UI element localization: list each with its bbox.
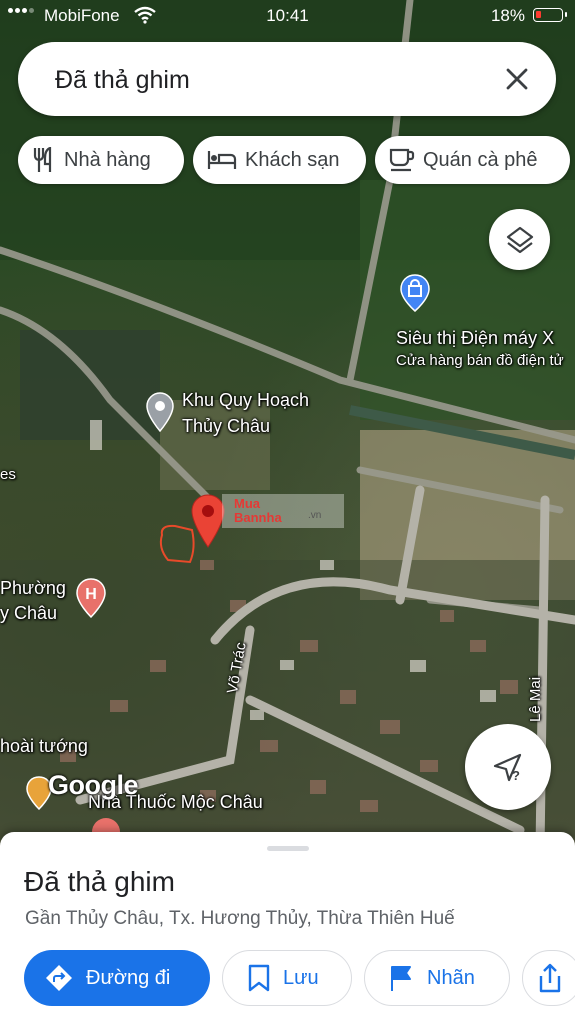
restaurant-icon [33, 147, 52, 172]
layers-icon [506, 226, 533, 253]
status-bar: MobiFone 10:41 18% [0, 0, 575, 32]
bookmark-icon [248, 964, 270, 992]
map-roads [0, 0, 575, 850]
layers-button[interactable] [489, 209, 550, 270]
chip-cafes[interactable]: Quán cà phê [375, 136, 570, 184]
directions-icon [46, 965, 72, 991]
place-address: Gần Thủy Châu, Tx. Hương Thủy, Thừa Thiê… [25, 908, 455, 929]
share-button[interactable] [522, 950, 575, 1006]
search-bar[interactable]: Đã thả ghim [18, 42, 556, 116]
clock: 10:41 [266, 6, 309, 25]
chip-restaurants[interactable]: Nhà hàng [18, 136, 184, 184]
chip-label: Nhà hàng [64, 148, 151, 171]
chip-hotels[interactable]: Khách sạn [193, 136, 366, 184]
place-sheet[interactable]: Đã thả ghim Gần Thủy Châu, Tx. Hương Thủ… [0, 832, 575, 1024]
label-label: Nhãn [427, 966, 475, 989]
street-hoai-tuong: hoài tướng [0, 736, 88, 756]
directions-label: Đường đi [86, 966, 171, 989]
close-icon[interactable] [496, 58, 538, 100]
satellite-map[interactable]: Siêu thị Điện máy X Cửa hàng bán đồ điện… [0, 0, 575, 850]
ward-label-line1: Phường [0, 578, 66, 598]
poi-planning-line1[interactable]: Khu Quy Hoạch [182, 390, 309, 411]
label-button[interactable]: Nhãn [364, 950, 510, 1006]
street-le-mai: Lê Mai [527, 676, 544, 722]
poi-supermarket-desc: Cửa hàng bán đồ điện tử [396, 352, 564, 369]
hotel-icon [207, 151, 237, 169]
svg-text:?: ? [512, 768, 520, 783]
google-logo: Google [48, 770, 139, 800]
battery-icon [533, 8, 567, 22]
place-title: Đã thả ghim [24, 866, 175, 897]
ward-label-line2: y Châu [0, 603, 58, 623]
chip-label: Quán cà phê [423, 148, 538, 171]
map-label-edge: es [0, 466, 16, 483]
drag-handle[interactable] [267, 846, 309, 851]
directions-help-button[interactable]: ? [465, 724, 551, 810]
poi-planning-line2[interactable]: Thủy Châu [182, 416, 270, 437]
shopping-poi-icon[interactable] [400, 274, 430, 312]
flag-icon [391, 966, 411, 991]
share-icon [539, 963, 561, 993]
navigation-question-icon: ? [493, 753, 522, 783]
battery-percent: 18% [490, 6, 525, 25]
save-button[interactable]: Lưu [222, 950, 352, 1006]
svg-text:H: H [85, 586, 97, 603]
chip-label: Khách sạn [245, 148, 340, 171]
hospital-icon[interactable]: H [76, 578, 106, 618]
search-query[interactable]: Đã thả ghim [55, 66, 190, 95]
cafe-icon [389, 148, 415, 172]
poi-supermarket-name[interactable]: Siêu thị Điện máy X [396, 328, 554, 349]
dropped-pin-icon[interactable] [190, 493, 226, 549]
place-pin-icon[interactable] [146, 392, 174, 432]
watermark-logo: Mua Bannha .vn [222, 494, 344, 528]
save-label: Lưu [283, 966, 319, 989]
directions-button[interactable]: Đường đi [24, 950, 210, 1006]
